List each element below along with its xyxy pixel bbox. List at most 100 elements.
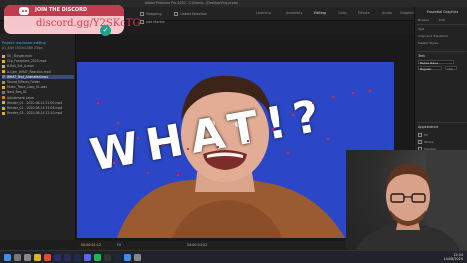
workspace-tab-learning[interactable]: Learning — [256, 11, 271, 15]
chrome-icon[interactable] — [44, 254, 51, 261]
project-item-name: Sound_Effects_Folder — [7, 80, 40, 84]
taskview-icon[interactable] — [24, 254, 31, 261]
project-item-name: Render_02 - 2020-08-14 12:05.mp4 — [7, 106, 63, 110]
motion-path-keyframe[interactable] — [292, 114, 294, 116]
project-item-name: Music_Track_Loop_01.wav — [7, 85, 48, 90]
clock-date: 14/08/2020 — [443, 257, 463, 262]
project-item[interactable]: A-Cam_WHAT_Reaction.mp4 — [2, 70, 74, 75]
project-item-name: Render_03 - 2020-08-14 12:10.mp4 — [7, 111, 63, 116]
motion-path-keyframe[interactable] — [369, 90, 371, 92]
clip-color-swatch — [2, 85, 5, 89]
size-value: 156 — [447, 67, 453, 71]
project-item[interactable]: Nest_Seq_01 — [2, 90, 74, 95]
project-item-name: Adjustment Layer — [7, 95, 35, 100]
panel-title: Essential Graphics — [427, 10, 459, 14]
add-marker-checkbox[interactable] — [140, 20, 144, 24]
premiere-icon[interactable] — [54, 254, 61, 261]
settings-icon[interactable] — [134, 254, 141, 261]
taskbar: 12:04 14/08/2020 — [0, 250, 467, 263]
steam-icon[interactable] — [114, 254, 121, 261]
motion-path-keyframe[interactable] — [217, 146, 219, 148]
clip-color-swatch — [2, 64, 5, 68]
motion-path-keyframe[interactable] — [137, 137, 139, 139]
motion-path-keyframe[interactable] — [312, 102, 314, 104]
motion-path-keyframe[interactable] — [332, 96, 334, 98]
project-item[interactable]: Render_03 - 2020-08-14 12:10.mp4 — [2, 111, 74, 116]
font-dropdown[interactable]: Bebas Neue — [418, 60, 454, 65]
linked-selection-checkbox[interactable] — [174, 12, 178, 16]
taskbar-clock[interactable]: 12:04 14/08/2020 — [443, 253, 463, 262]
project-item[interactable]: B-Roll_Set_A.mov — [2, 64, 74, 69]
motion-path-keyframe[interactable] — [272, 128, 274, 130]
font-value: Bebas Neue — [420, 61, 438, 65]
workspace-tab-editing[interactable]: Editing — [314, 11, 326, 15]
discord-icon — [19, 7, 29, 15]
discord-join-label: JOIN THE DISCORD — [35, 7, 88, 13]
project-item[interactable]: Render_01 - 2020-08-14 12:00.mp4 — [2, 101, 74, 106]
workspace-tab-graphics[interactable]: Graphics — [400, 11, 415, 15]
size-field[interactable]: 156 — [445, 66, 457, 71]
motion-path-keyframe[interactable] — [177, 174, 179, 176]
project-item[interactable]: Music_Track_Loop_01.wav — [2, 85, 74, 90]
project-item-name: Nest_Seq_01 — [7, 90, 27, 95]
motion-path-keyframe[interactable] — [327, 138, 329, 140]
tab-edit[interactable]: Edit — [439, 18, 445, 22]
motion-path-keyframe[interactable] — [352, 92, 354, 94]
clip-color-swatch — [2, 54, 5, 58]
workspace-tab-audio[interactable]: Audio — [382, 11, 392, 15]
clip-color-swatch — [2, 80, 5, 84]
webcam-person — [356, 150, 467, 250]
windows-icon[interactable] — [4, 254, 11, 261]
aftereffects-icon[interactable] — [64, 254, 71, 261]
spotify-icon[interactable] — [94, 254, 101, 261]
motion-path-keyframe[interactable] — [113, 162, 115, 164]
motion-path-keyframe[interactable] — [147, 172, 149, 174]
obs-icon[interactable] — [104, 254, 111, 261]
project-item-name: B-Roll_Set_A.mov — [7, 64, 34, 69]
clip-color-swatch — [2, 59, 5, 63]
project-item[interactable]: WHAT_Text_Animated.mov — [2, 74, 74, 80]
project-name[interactable]: Project: explainer-editing — [2, 41, 46, 45]
duration-readout: 00:00:04:02 — [187, 243, 208, 247]
project-item[interactable]: Adjustment Layer — [2, 96, 74, 101]
discord-link[interactable]: discord.gg/Y2SKcTG — [36, 18, 140, 29]
workspace-tab-color[interactable]: Color — [338, 11, 347, 15]
search-icon[interactable] — [14, 254, 21, 261]
motion-path-keyframe[interactable] — [117, 122, 119, 124]
tab-browse[interactable]: Browse — [418, 18, 429, 22]
fit-dropdown[interactable]: Fit — [117, 243, 121, 247]
checkmark-icon: ✓ — [100, 25, 111, 36]
workspace-tab-effects[interactable]: Effects — [358, 11, 370, 15]
workspace-tab-assembly[interactable]: Assembly — [286, 11, 302, 15]
divider — [417, 51, 466, 52]
mail-icon[interactable] — [124, 254, 131, 261]
motion-path-keyframe[interactable] — [247, 140, 249, 142]
style-dropdown[interactable]: Regular — [418, 66, 442, 71]
discord-icon[interactable] — [84, 254, 91, 261]
snapping-checkbox[interactable] — [140, 12, 144, 16]
stroke-checkbox[interactable] — [418, 140, 422, 144]
section-align: Align and Transform — [418, 34, 448, 38]
style-value: Regular — [420, 67, 432, 71]
project-item[interactable]: 00 _Stinger.mov — [2, 54, 74, 59]
project-item-name: Clip_Faceplant_2020.mp4 — [7, 59, 47, 64]
webcam-overlay — [346, 150, 467, 250]
window-title: Adobe Premiere Pro 2020 - C:\Users\...\D… — [145, 1, 238, 5]
motion-path-keyframe[interactable] — [287, 152, 289, 154]
project-item[interactable]: Clip_Faceplant_2020.mp4 — [2, 59, 74, 64]
project-item[interactable]: Render_02 - 2020-08-14 12:05.mp4 — [2, 106, 74, 111]
project-item-name: Render_01 - 2020-08-14 12:00.mp4 — [7, 100, 63, 105]
divider — [417, 122, 466, 123]
add-marker-label: Add Marker — [146, 20, 165, 24]
fill-checkbox[interactable] — [418, 133, 422, 137]
current-timecode[interactable]: 00:00:01:12 — [81, 243, 101, 247]
fill-label: Fill — [424, 133, 429, 137]
motion-path-keyframe[interactable] — [97, 102, 99, 104]
project-item[interactable]: Sound_Effects_Folder — [2, 80, 74, 85]
motion-path-keyframe[interactable] — [162, 144, 164, 146]
stroke-label: Stroke — [424, 140, 434, 144]
motion-path-keyframe[interactable] — [187, 148, 189, 150]
photoshop-icon[interactable] — [74, 254, 81, 261]
explorer-icon[interactable] — [34, 254, 41, 261]
project-panel: Project: explainer-editing 01_Edit 1920x… — [0, 34, 76, 240]
